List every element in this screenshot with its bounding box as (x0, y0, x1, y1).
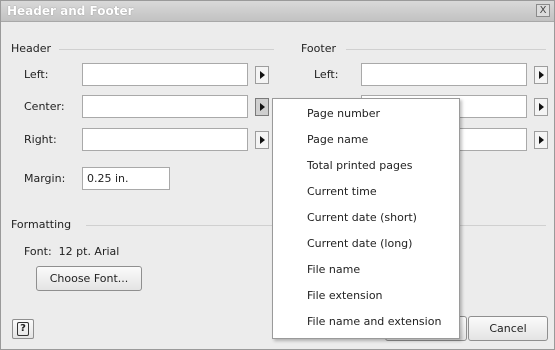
insert-field-menu: Page number Page name Total printed page… (272, 98, 460, 339)
font-info-text: Font: 12 pt. Arial (24, 245, 120, 258)
menu-item-page-number[interactable]: Page number (307, 104, 380, 124)
footer-section-label: Footer (301, 42, 336, 55)
header-footer-dialog: Header and Footer X Header Left: Center:… (0, 0, 555, 350)
header-section-label: Header (11, 42, 52, 55)
help-icon: ? (17, 322, 29, 336)
header-right-input[interactable] (82, 128, 248, 151)
footer-center-insert-arrow-icon[interactable] (534, 98, 548, 116)
close-button[interactable]: X (536, 4, 550, 17)
header-center-insert-arrow-icon[interactable] (255, 98, 269, 116)
menu-item-total-printed-pages[interactable]: Total printed pages (307, 156, 412, 176)
cancel-button[interactable]: Cancel (468, 316, 548, 341)
help-button[interactable]: ? (12, 319, 34, 339)
margin-label: Margin: (24, 172, 66, 185)
formatting-section-label: Formatting (11, 218, 72, 231)
header-center-label: Center: (24, 100, 65, 113)
footer-separator (346, 49, 546, 50)
footer-left-input[interactable] (361, 63, 527, 86)
dialog-title: Header and Footer (7, 4, 134, 18)
choose-font-button[interactable]: Choose Font... (36, 266, 142, 291)
menu-item-file-name[interactable]: File name (307, 260, 360, 280)
menu-item-file-name-and-extension[interactable]: File name and extension (307, 312, 441, 332)
title-bar: Header and Footer X (1, 1, 554, 22)
footer-left-label: Left: (314, 68, 339, 81)
header-separator (59, 49, 274, 50)
header-left-insert-arrow-icon[interactable] (255, 66, 269, 84)
header-left-input[interactable] (82, 63, 248, 86)
footer-right-insert-arrow-icon[interactable] (534, 131, 548, 149)
header-left-label: Left: (24, 68, 49, 81)
menu-item-file-extension[interactable]: File extension (307, 286, 383, 306)
menu-item-current-time[interactable]: Current time (307, 182, 377, 202)
footer-left-insert-arrow-icon[interactable] (534, 66, 548, 84)
margin-input[interactable]: 0.25 in. (82, 167, 170, 190)
menu-item-page-name[interactable]: Page name (307, 130, 368, 150)
header-right-label: Right: (24, 133, 57, 146)
menu-item-current-date-long[interactable]: Current date (long) (307, 234, 412, 254)
header-center-input[interactable] (82, 95, 248, 118)
header-right-insert-arrow-icon[interactable] (255, 131, 269, 149)
menu-item-current-date-short[interactable]: Current date (short) (307, 208, 417, 228)
